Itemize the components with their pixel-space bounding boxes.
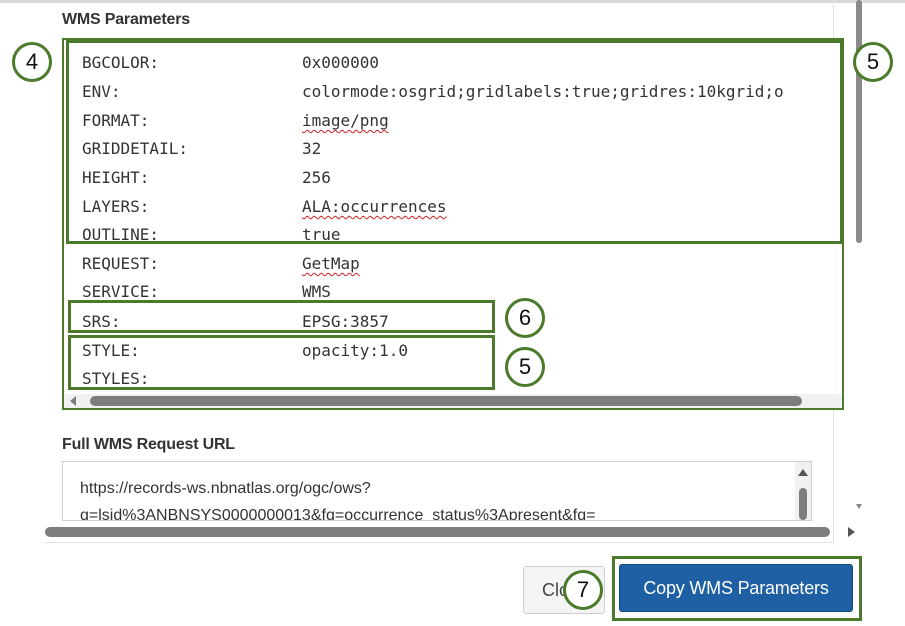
full-url-heading: Full WMS Request URL bbox=[62, 436, 235, 453]
param-value: WMS bbox=[302, 282, 331, 301]
modal-scroll-thumb[interactable] bbox=[45, 527, 830, 537]
highlight-box-params-top bbox=[66, 40, 843, 244]
page-vertical-scrollbar[interactable] bbox=[856, 0, 862, 243]
url-text: https://records-ws.nbnatlas.org/ogc/ows?… bbox=[80, 475, 780, 521]
page-scroll-down-arrow-icon[interactable] bbox=[856, 504, 862, 509]
url-line: q=lsid%3ANBNSYS0000000013&fq=occurrence_… bbox=[80, 507, 596, 521]
callout-badge-7: 7 bbox=[563, 570, 603, 610]
callout-badge-4: 4 bbox=[12, 42, 52, 82]
url-vertical-scrollbar[interactable] bbox=[795, 462, 811, 520]
callout-badge-5-styles: 5 bbox=[505, 347, 545, 387]
callout-badge-5-top: 5 bbox=[853, 42, 893, 82]
scroll-right-arrow-icon[interactable] bbox=[848, 527, 855, 537]
scroll-up-arrow-icon[interactable] bbox=[798, 469, 808, 476]
url-line: https://records-ws.nbnatlas.org/ogc/ows? bbox=[80, 480, 371, 497]
params-scroll-thumb[interactable] bbox=[90, 396, 802, 406]
copy-wms-parameters-button[interactable]: Copy WMS Parameters bbox=[619, 564, 853, 612]
url-scroll-thumb[interactable] bbox=[799, 488, 807, 520]
wms-parameters-heading: WMS Parameters bbox=[62, 11, 190, 28]
scroll-left-arrow-icon[interactable] bbox=[70, 396, 76, 406]
param-key: SERVICE: bbox=[82, 282, 160, 301]
highlight-box-srs bbox=[68, 300, 495, 333]
footer-divider bbox=[45, 542, 833, 543]
modal-horizontal-scrollbar[interactable] bbox=[45, 524, 855, 540]
full-url-textarea[interactable]: https://records-ws.nbnatlas.org/ogc/ows?… bbox=[62, 461, 812, 521]
highlight-box-styles bbox=[68, 335, 495, 390]
param-key: REQUEST: bbox=[82, 254, 160, 273]
param-value: GetMap bbox=[302, 254, 360, 273]
params-horizontal-scrollbar[interactable] bbox=[64, 394, 842, 408]
callout-badge-6: 6 bbox=[505, 298, 545, 338]
